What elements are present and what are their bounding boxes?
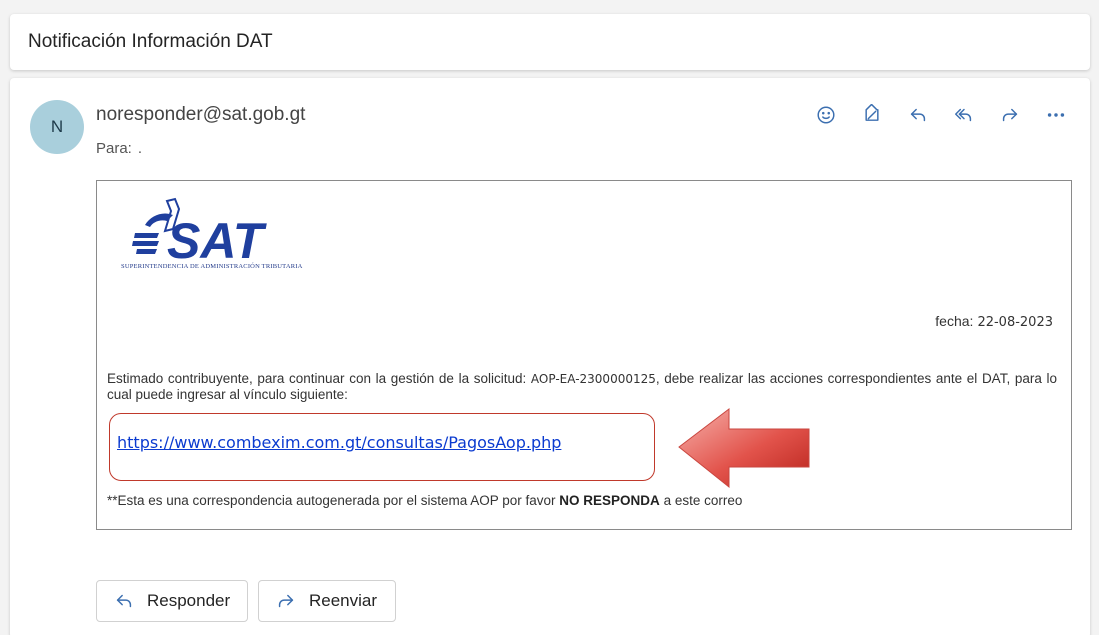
body-paragraph: Estimado contribuyente, para continuar c… [107, 371, 1057, 402]
footer-note: **Esta es una correspondencia autogenera… [107, 493, 742, 508]
to-label: Para: [96, 140, 132, 157]
message-card: N noresponder@sat.gob.gt Para:. SAT SUPE… [10, 78, 1090, 635]
email-subject: Notificación Información DAT [28, 31, 273, 52]
reply-icon [116, 594, 132, 608]
logo-subtitle: Superintendencia de Administración Tribu… [121, 263, 303, 270]
request-id: AOP-EA-2300000125 [530, 372, 656, 386]
reply-button[interactable]: Responder [96, 580, 248, 622]
forward-icon [278, 594, 294, 608]
logo-wordmark: SAT [167, 213, 268, 269]
sat-logo: SAT [132, 197, 268, 269]
subject-bar: Notificación Información DAT [10, 14, 1090, 70]
emoji-icon[interactable] [810, 100, 842, 130]
forward-icon[interactable] [994, 100, 1026, 130]
forward-button[interactable]: Reenviar [258, 580, 396, 622]
recipients-line: Para:. [96, 140, 142, 157]
email-body: SAT Superintendencia de Administración T… [96, 180, 1072, 530]
more-icon[interactable] [1040, 100, 1072, 130]
body-prefix: Estimado contribuyente, para continuar c… [107, 371, 527, 386]
avatar[interactable]: N [30, 100, 84, 154]
sender-email[interactable]: noresponder@sat.gob.gt [96, 104, 305, 126]
reply-icon[interactable] [902, 100, 934, 130]
payment-link[interactable]: https://www.combexim.com.gt/consultas/Pa… [117, 433, 561, 452]
left-arrow-icon [678, 407, 810, 489]
date-value: 22-08-2023 [977, 315, 1053, 330]
to-value[interactable]: . [138, 140, 142, 157]
forward-button-label: Reenviar [309, 591, 378, 610]
reply-button-label: Responder [147, 591, 231, 610]
date-label: fecha: [935, 313, 974, 329]
footer-bold: NO RESPONDA [559, 493, 660, 508]
reply-all-icon[interactable] [948, 100, 980, 130]
date-line: fecha: 22-08-2023 [935, 313, 1053, 330]
message-actions [810, 100, 1072, 130]
footer-prefix: **Esta es una correspondencia autogenera… [107, 493, 556, 508]
footer-suffix: a este correo [663, 493, 743, 508]
tag-icon[interactable] [856, 100, 888, 130]
